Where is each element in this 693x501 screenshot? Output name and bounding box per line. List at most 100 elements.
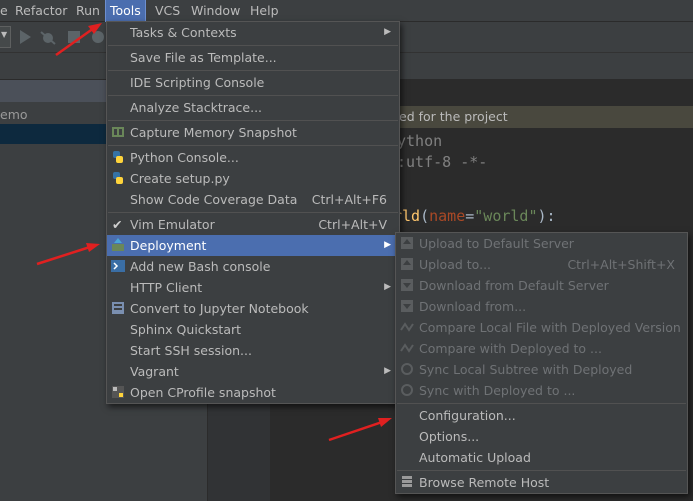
menu-help[interactable]: Help (246, 0, 283, 21)
menu-item-tasks-contexts[interactable]: Tasks & Contexts ▶ (107, 22, 399, 43)
menu-separator (397, 403, 686, 404)
menu-item-show-code-coverage-data[interactable]: Show Code Coverage Data Ctrl+Alt+F6 (107, 189, 399, 210)
menu-item-compare-local-file[interactable]: Compare Local File with Deployed Version (396, 317, 687, 338)
menu-item-label: Browse Remote Host (419, 475, 550, 490)
menu-item-deployment[interactable]: Deployment ▶ (107, 235, 399, 256)
code-line-encoding: :utf-8 -*- (397, 153, 488, 171)
menu-item-sphinx-quickstart[interactable]: Sphinx Quickstart (107, 319, 399, 340)
menu-item-label: Configuration... (419, 408, 516, 423)
run-config-dropdown[interactable]: ▼ (0, 26, 11, 48)
menu-item-download-from[interactable]: Download from... (396, 296, 687, 317)
menu-item-python-console[interactable]: Python Console... (107, 147, 399, 168)
menu-item-label: Python Console... (130, 150, 239, 165)
menu-item-label: Upload to Default Server (419, 236, 574, 251)
code-equals: = (465, 207, 475, 225)
submenu-arrow-icon: ▶ (384, 282, 391, 292)
menu-item-label: Capture Memory Snapshot (130, 125, 297, 140)
menu-item-label: Convert to Jupyter Notebook (130, 301, 309, 316)
menu-item-vagrant[interactable]: Vagrant ▶ (107, 361, 399, 382)
menu-item-save-file-as-template[interactable]: Save File as Template... (107, 47, 399, 68)
menu-item-label: Analyze Stacktrace... (130, 100, 263, 115)
menu-edit[interactable]: e (0, 0, 12, 21)
menu-item-label: Open CProfile snapshot (130, 385, 276, 400)
menu-item-label: Upload to... (419, 257, 492, 272)
download-icon (401, 300, 413, 312)
python-icon (113, 172, 123, 184)
menu-item-label: Download from... (419, 299, 527, 314)
menu-item-compare-with-deployed-to[interactable]: Compare with Deployed to ... (396, 338, 687, 359)
menu-item-configuration[interactable]: Configuration... (396, 405, 687, 426)
remote-host-icon (402, 476, 412, 487)
menu-item-label: Automatic Upload (419, 450, 531, 465)
menu-bar: e Refactor Run Tools VCS Window Help (0, 0, 693, 22)
menu-item-ide-scripting-console[interactable]: IDE Scripting Console (107, 72, 399, 93)
jupyter-icon (112, 302, 124, 314)
menu-item-shortcut: Ctrl+Alt+F6 (311, 192, 387, 207)
code-line-def: rld(name="world"): (393, 207, 556, 225)
menu-separator (108, 212, 398, 213)
chevron-down-icon: ▼ (1, 30, 8, 39)
menu-item-http-client[interactable]: HTTP Client ▶ (107, 277, 399, 298)
menu-item-sync-local-subtree[interactable]: Sync Local Subtree with Deployed (396, 359, 687, 380)
project-tree-item-label: emo (0, 107, 28, 122)
tools-menu: Tasks & Contexts ▶ Save File as Template… (106, 21, 400, 404)
sync-icon (401, 363, 413, 375)
menu-item-download-from-default-server[interactable]: Download from Default Server (396, 275, 687, 296)
code-param: name (429, 207, 466, 225)
run-icon[interactable] (18, 29, 32, 45)
menu-item-capture-memory-snapshot[interactable]: Capture Memory Snapshot (107, 122, 399, 143)
menu-item-analyze-stacktrace[interactable]: Analyze Stacktrace... (107, 97, 399, 118)
deployment-icon (112, 238, 124, 251)
code-line-shebang: ython (397, 132, 443, 150)
terminal-icon (111, 260, 125, 272)
upload-icon (401, 237, 413, 249)
menu-separator (108, 70, 398, 71)
menu-refactor[interactable]: Refactor (11, 0, 71, 21)
sync-icon (401, 384, 413, 396)
menu-item-label: IDE Scripting Console (130, 75, 265, 90)
annotation-arrow (328, 418, 392, 442)
menu-item-label: Deployment (130, 238, 207, 253)
cprofile-icon (112, 386, 124, 398)
menu-tools[interactable]: Tools (105, 0, 146, 22)
memory-snapshot-icon (112, 127, 124, 137)
menu-item-label: Sphinx Quickstart (130, 322, 242, 337)
code-paren-open: ( (420, 207, 430, 225)
menu-item-upload-to[interactable]: Upload to... Ctrl+Alt+Shift+X (396, 254, 687, 275)
menu-item-start-ssh-session[interactable]: Start SSH session... (107, 340, 399, 361)
menu-item-label: Start SSH session... (130, 343, 252, 358)
menu-item-label: Download from Default Server (419, 278, 609, 293)
menu-item-convert-to-jupyter-notebook[interactable]: Convert to Jupyter Notebook (107, 298, 399, 319)
menu-item-label: Sync Local Subtree with Deployed (419, 362, 633, 377)
deployment-submenu: Upload to Default Server Upload to... Ct… (395, 232, 688, 494)
menu-item-sync-with-deployed-to[interactable]: Sync with Deployed to ... (396, 380, 687, 401)
notification-text: ed for the project (399, 109, 508, 124)
menu-vcs[interactable]: VCS (151, 0, 184, 21)
menu-item-label: Options... (419, 429, 480, 444)
upload-icon (401, 258, 413, 270)
menu-item-label: Sync with Deployed to ... (419, 383, 576, 398)
menu-item-label: HTTP Client (130, 280, 203, 295)
menu-separator (108, 145, 398, 146)
menu-item-automatic-upload[interactable]: Automatic Upload (396, 447, 687, 468)
menu-window[interactable]: Window (187, 0, 244, 21)
checkmark-icon: ✔ (112, 217, 123, 232)
menu-item-label: Create setup.py (130, 171, 230, 186)
compare-icon (400, 343, 414, 353)
menu-run[interactable]: Run (72, 0, 104, 21)
menu-separator (108, 95, 398, 96)
menu-item-add-new-bash-console[interactable]: Add new Bash console (107, 256, 399, 277)
menu-item-open-cprofile-snapshot[interactable]: Open CProfile snapshot (107, 382, 399, 403)
menu-item-options[interactable]: Options... (396, 426, 687, 447)
menu-item-label: Vim Emulator (130, 217, 215, 232)
compare-icon (400, 322, 414, 332)
submenu-arrow-icon: ▶ (384, 366, 391, 376)
menu-item-create-setup-py[interactable]: Create setup.py (107, 168, 399, 189)
menu-item-vim-emulator[interactable]: ✔ Vim Emulator Ctrl+Alt+V (107, 214, 399, 235)
menu-item-label: Save File as Template... (130, 50, 277, 65)
menu-item-upload-to-default-server[interactable]: Upload to Default Server (396, 233, 687, 254)
menu-separator (397, 470, 686, 471)
menu-item-browse-remote-host[interactable]: Browse Remote Host (396, 472, 687, 493)
menu-separator (108, 45, 398, 46)
menu-item-label: Compare with Deployed to ... (419, 341, 602, 356)
